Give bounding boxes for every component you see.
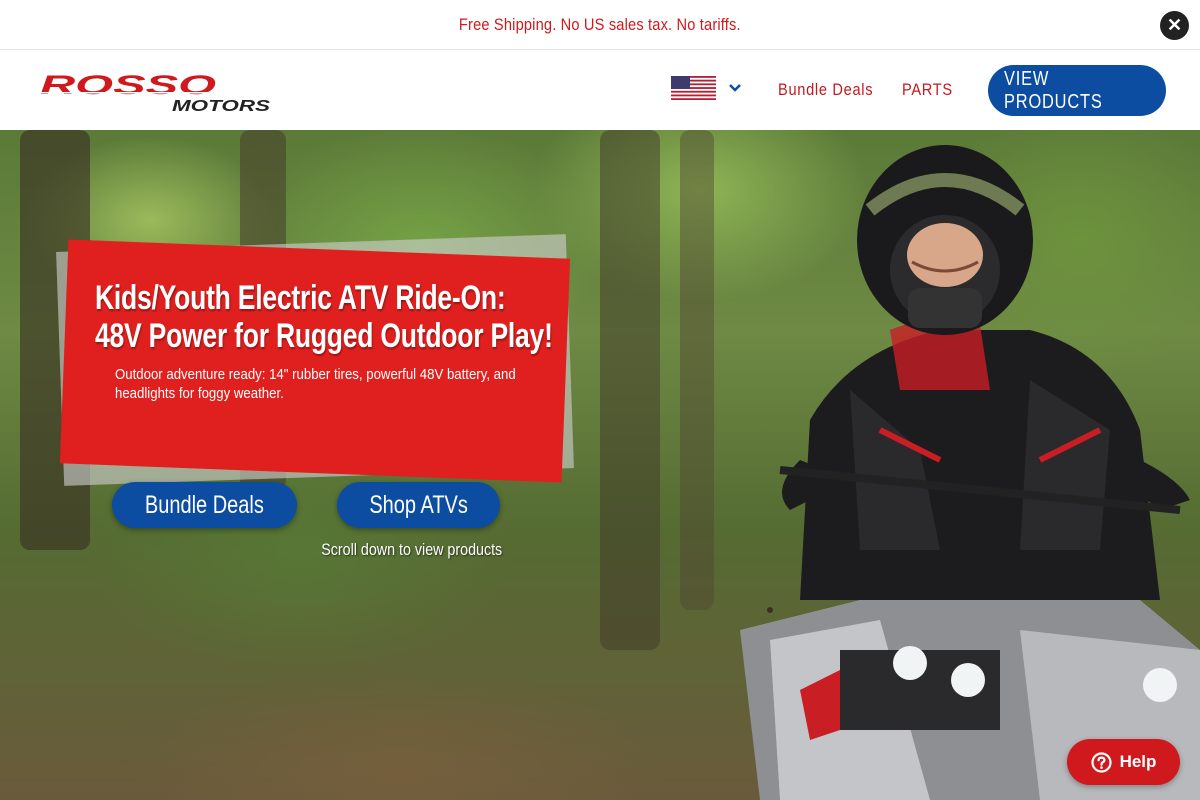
help-label: Help (1119, 752, 1157, 771)
view-products-label: VIEW PRODUCTS (1004, 67, 1103, 113)
hero-title-line-2: 48V Power for Rugged Outdoor Play! (95, 317, 553, 355)
hero-subtitle-line-1: Outdoor adventure ready: 14" rubber tire… (115, 366, 516, 383)
hero-subtitle: Outdoor adventure ready: 14" rubber tire… (115, 365, 520, 403)
hero-banner: Kids/Youth Electric ATV Ride-On: 48V Pow… (0, 130, 1200, 800)
question-circle-icon (1090, 751, 1112, 773)
hero-atv-rider-image (740, 145, 1200, 800)
nav-parts[interactable]: PARTS (902, 80, 953, 100)
close-icon: ✕ (1166, 15, 1183, 35)
chevron-down-icon (729, 84, 741, 92)
rosso-motors-logo[interactable]: ROSSO MOTORS (38, 72, 274, 114)
scroll-down-note: Scroll down to view products (321, 540, 503, 559)
logo-text-main: ROSSO (40, 72, 216, 100)
view-products-button[interactable]: VIEW PRODUCTS (988, 65, 1166, 116)
hero-bundle-deals-button[interactable]: Bundle Deals (112, 482, 297, 528)
shop-atvs-button[interactable]: Shop ATVs (337, 482, 500, 528)
country-selector[interactable] (671, 76, 749, 100)
announcement-bar: Free Shipping. No US sales tax. No tarif… (0, 0, 1200, 50)
close-announcement-button[interactable]: ✕ (1160, 11, 1189, 40)
logo-text-sub: MOTORS (172, 98, 270, 114)
shop-atvs-label: Shop ATVs (369, 490, 468, 519)
nav-bundle-deals[interactable]: Bundle Deals (778, 80, 873, 100)
hero-title-line-1: Kids/Youth Electric ATV Ride-On: (95, 279, 506, 317)
hero-bundle-deals-label: Bundle Deals (145, 490, 264, 519)
announcement-text: Free Shipping. No US sales tax. No tarif… (459, 14, 741, 34)
hero-title: Kids/Youth Electric ATV Ride-On: 48V Pow… (95, 279, 553, 355)
hero-promo-card: Kids/Youth Electric ATV Ride-On: 48V Pow… (56, 234, 574, 486)
site-header: ROSSO MOTORS Bundle Deals PARTS VIEW PRO… (0, 50, 1200, 130)
us-flag-icon (671, 76, 716, 100)
hero-subtitle-line-2: headlights for foggy weather. (115, 385, 284, 402)
help-button[interactable]: Help (1067, 739, 1180, 785)
